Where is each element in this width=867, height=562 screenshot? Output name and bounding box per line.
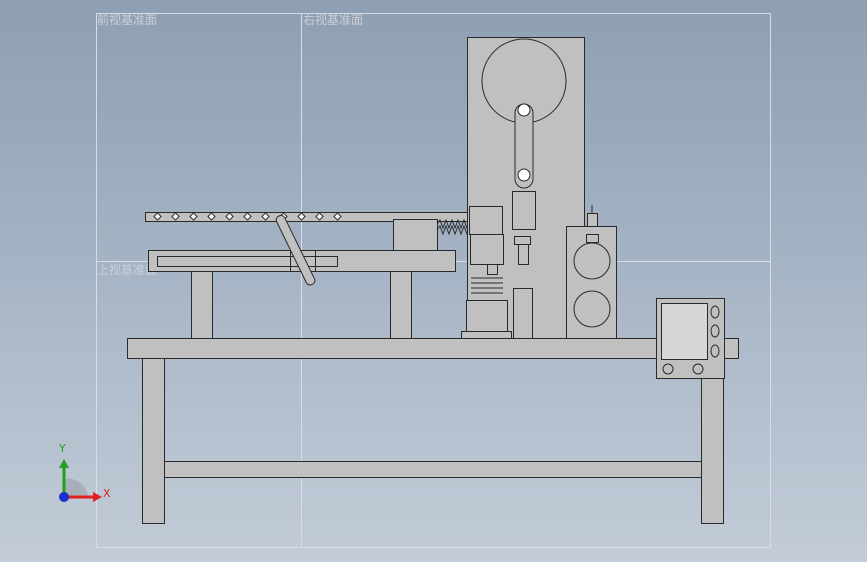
slider-block: [512, 191, 536, 230]
push-block: [393, 219, 438, 251]
control-screen: [661, 303, 708, 360]
table-leg-right: [701, 358, 724, 524]
x-axis-arrow-icon: [93, 492, 102, 502]
roller-bearing: [586, 234, 599, 243]
punch-die: [466, 300, 508, 332]
indicator-light-1: [710, 305, 720, 319]
slider-clamp: [514, 236, 531, 245]
conveyor-slot: [157, 256, 338, 267]
y-axis-arrow-icon: [59, 459, 69, 468]
punch-plate: [461, 331, 512, 339]
table-leg-left: [142, 358, 165, 524]
control-knob-left: [662, 363, 674, 375]
conveyor-support-right: [390, 271, 412, 339]
machine-model[interactable]: [127, 37, 739, 524]
graphics-viewport[interactable]: 前视基准面 右视基准面 上视基准面 Y X: [0, 0, 867, 562]
model-view[interactable]: [0, 0, 867, 562]
lower-roller: [573, 290, 611, 328]
table-crossbar: [164, 461, 702, 478]
punch-head: [469, 206, 503, 235]
indicator-light-2: [710, 324, 720, 338]
control-knob-right: [692, 363, 704, 375]
coordinate-triad: [59, 459, 102, 502]
table-top: [127, 338, 739, 359]
crank-pin-top: [517, 103, 531, 117]
crank-pin-bottom: [517, 168, 531, 182]
roller-adjuster: [587, 213, 598, 227]
slider-base: [513, 288, 533, 339]
indicator-light-3: [710, 344, 720, 358]
conveyor-support-left: [191, 271, 213, 339]
punch-neck: [487, 264, 498, 275]
feed-spring-lower: [436, 224, 470, 236]
z-axis-icon: [59, 492, 69, 502]
upper-roller: [573, 242, 611, 280]
slider-rod: [518, 244, 529, 265]
punch-body: [470, 234, 504, 265]
